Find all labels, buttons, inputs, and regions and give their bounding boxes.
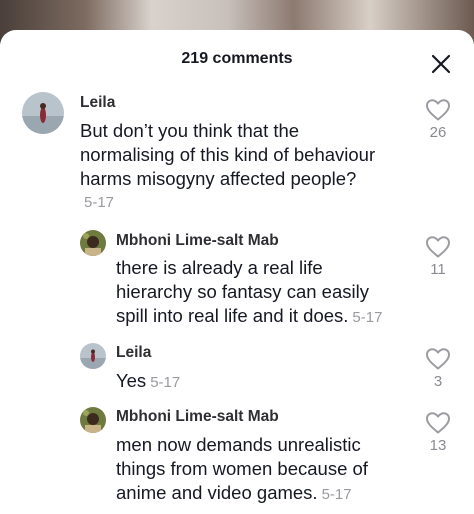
close-icon	[431, 54, 451, 74]
close-button[interactable]	[428, 51, 454, 77]
avatar-mbhoni-image	[80, 230, 106, 256]
comment-timestamp: 5-17	[150, 374, 181, 391]
comment-text-line: spill into real life and it does. 5-17	[116, 304, 416, 330]
comment-text-line: there is already a real life	[116, 257, 323, 278]
comments-count-title: 219 comments	[181, 50, 293, 67]
comment-text: there is already a real life hierarchy s…	[116, 256, 416, 330]
comment-text: Yes 5-17	[116, 369, 416, 395]
heart-outline-icon	[426, 348, 450, 370]
avatar[interactable]	[80, 343, 106, 369]
like-count: 26	[429, 124, 447, 141]
comment-author[interactable]: Mbhoni Lime-salt Mab	[116, 232, 279, 250]
comment-text: But don’t you think that the normalising…	[80, 119, 400, 191]
comment-timestamp: 5-17	[352, 309, 383, 326]
comment-author[interactable]: Mbhoni Lime-salt Mab	[116, 408, 279, 426]
like-count: 3	[433, 373, 443, 390]
comment-text: men now demands unrealistic things from …	[116, 433, 416, 507]
like-count: 13	[429, 437, 447, 454]
avatar-leila-image	[22, 92, 64, 134]
avatar[interactable]	[22, 92, 64, 134]
comment-text-line: harms misogyny affected people?	[80, 168, 357, 189]
like-count: 11	[430, 261, 446, 278]
comment-text-line: hierarchy so fantasy can easily	[116, 281, 369, 302]
comment-text-line: But don’t you think that the	[80, 120, 300, 141]
comment-author[interactable]: Leila	[116, 344, 151, 362]
comment-text-line-end: Yes	[116, 370, 147, 391]
heart-outline-icon	[426, 99, 450, 121]
avatar-mbhoni-image	[80, 407, 106, 433]
heart-outline-icon	[426, 412, 450, 434]
like-button[interactable]: 13	[423, 411, 453, 454]
comment-text-line: normalising of this kind of behaviour	[80, 144, 376, 165]
comment-text-line: Yes 5-17	[116, 369, 416, 395]
avatar-leila-image	[80, 343, 106, 369]
comment-text-line: men now demands unrealistic	[116, 434, 361, 455]
comment-timestamp: 5-17	[84, 194, 115, 211]
comment-text-line-end: spill into real life and it does.	[116, 305, 349, 326]
avatar[interactable]	[80, 230, 106, 256]
like-button[interactable]: 3	[423, 347, 453, 390]
comment-text-line: things from women because of	[116, 458, 368, 479]
heart-outline-icon	[426, 236, 450, 258]
avatar[interactable]	[80, 407, 106, 433]
like-button[interactable]: 11	[423, 235, 453, 278]
like-button[interactable]: 26	[423, 98, 453, 141]
comment-timestamp: 5-17	[321, 486, 352, 503]
comment-author[interactable]: Leila	[80, 94, 115, 112]
comment-text-line: anime and video games. 5-17	[116, 481, 416, 507]
comment-text-line-end: anime and video games.	[116, 482, 318, 503]
